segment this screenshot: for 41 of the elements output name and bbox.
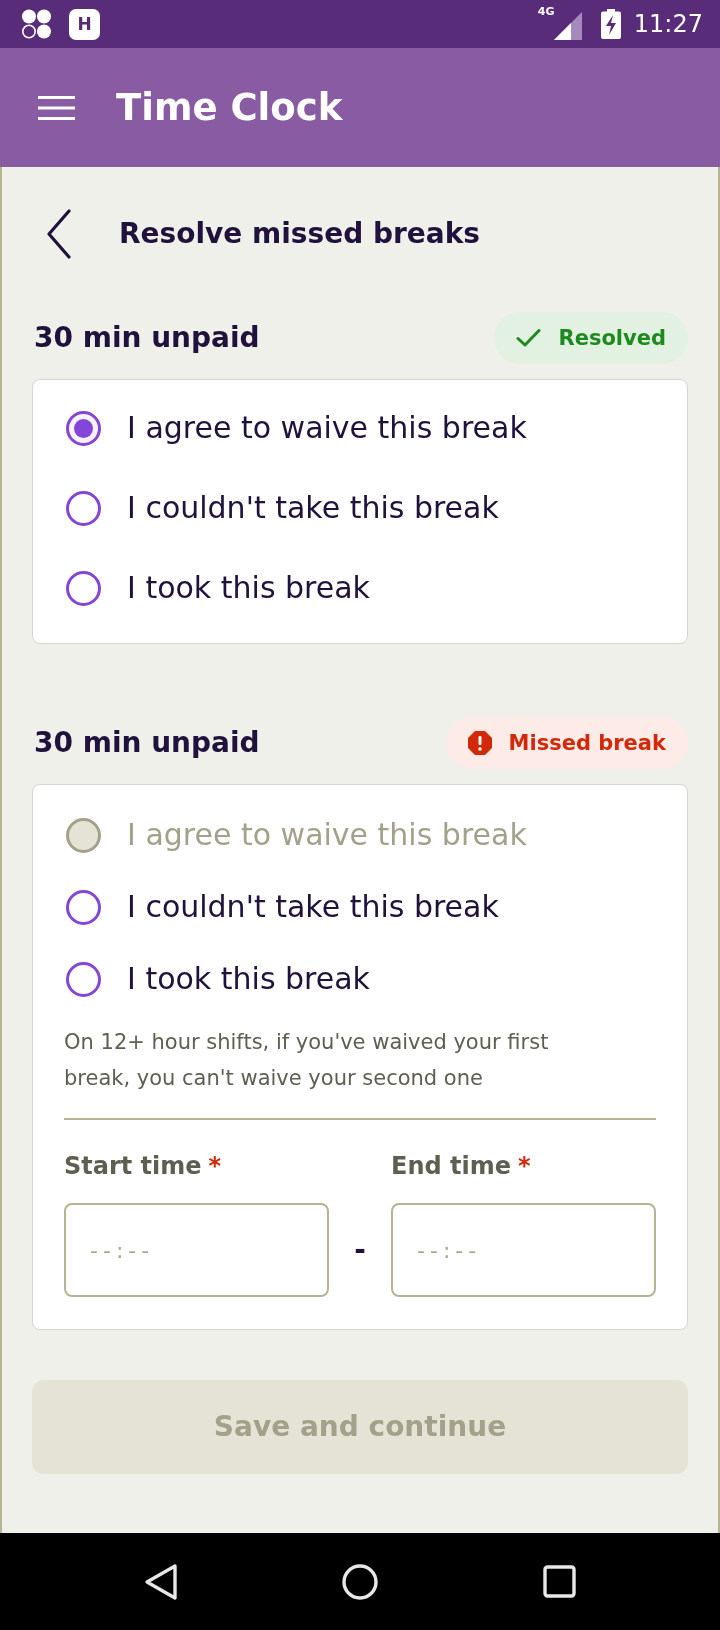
status-label: Missed break xyxy=(508,732,666,754)
break-title: 30 min unpaid xyxy=(33,729,260,757)
chevron-left-icon xyxy=(46,209,72,259)
check-icon xyxy=(516,328,542,348)
required-mark: * xyxy=(208,1154,222,1178)
menu-icon xyxy=(37,95,75,120)
radio-button[interactable] xyxy=(66,410,101,446)
triangle-back-icon xyxy=(144,1562,178,1601)
back-nav-button[interactable] xyxy=(144,1562,178,1601)
signal-icon xyxy=(553,12,582,40)
field-label: Start time xyxy=(64,1154,202,1178)
option-label[interactable]: I took this break xyxy=(127,964,370,994)
square-recents-icon xyxy=(542,1565,576,1598)
option-label[interactable]: I couldn't take this break xyxy=(127,892,499,922)
rule-note: On 12+ hour shifts, if you've waived your first break, you can't waive your second one xyxy=(64,1029,550,1092)
recents-nav-button[interactable] xyxy=(542,1565,576,1598)
status-label: Resolved xyxy=(558,327,666,349)
break-title: 30 min unpaid xyxy=(33,324,260,352)
alert-icon xyxy=(467,731,492,755)
home-nav-button[interactable] xyxy=(342,1563,378,1600)
back-button[interactable] xyxy=(44,208,74,260)
radio-button[interactable] xyxy=(66,961,101,997)
clover-icon xyxy=(21,9,52,39)
range-separator: - xyxy=(354,1236,366,1264)
time-field[interactable]: --:-- xyxy=(64,1203,329,1297)
page-title: Resolve missed breaks xyxy=(119,220,480,248)
battery-icon xyxy=(600,9,621,39)
option-label[interactable]: I took this break xyxy=(127,573,370,603)
radio-button[interactable] xyxy=(66,889,101,925)
circle-home-icon xyxy=(342,1563,378,1600)
app-icon: H xyxy=(69,8,100,40)
radio-button[interactable] xyxy=(66,570,101,606)
field-label: End time xyxy=(391,1154,511,1178)
network-type: 4G xyxy=(537,6,555,17)
app-title: Time Clock xyxy=(116,89,343,126)
option-label[interactable]: I couldn't take this break xyxy=(127,493,499,523)
option-label[interactable]: I agree to waive this break xyxy=(127,413,527,443)
clock-time: 11:27 xyxy=(633,12,703,36)
radio-button[interactable] xyxy=(66,490,101,526)
required-mark: * xyxy=(518,1154,531,1178)
time-field[interactable]: --:-- xyxy=(391,1203,656,1297)
